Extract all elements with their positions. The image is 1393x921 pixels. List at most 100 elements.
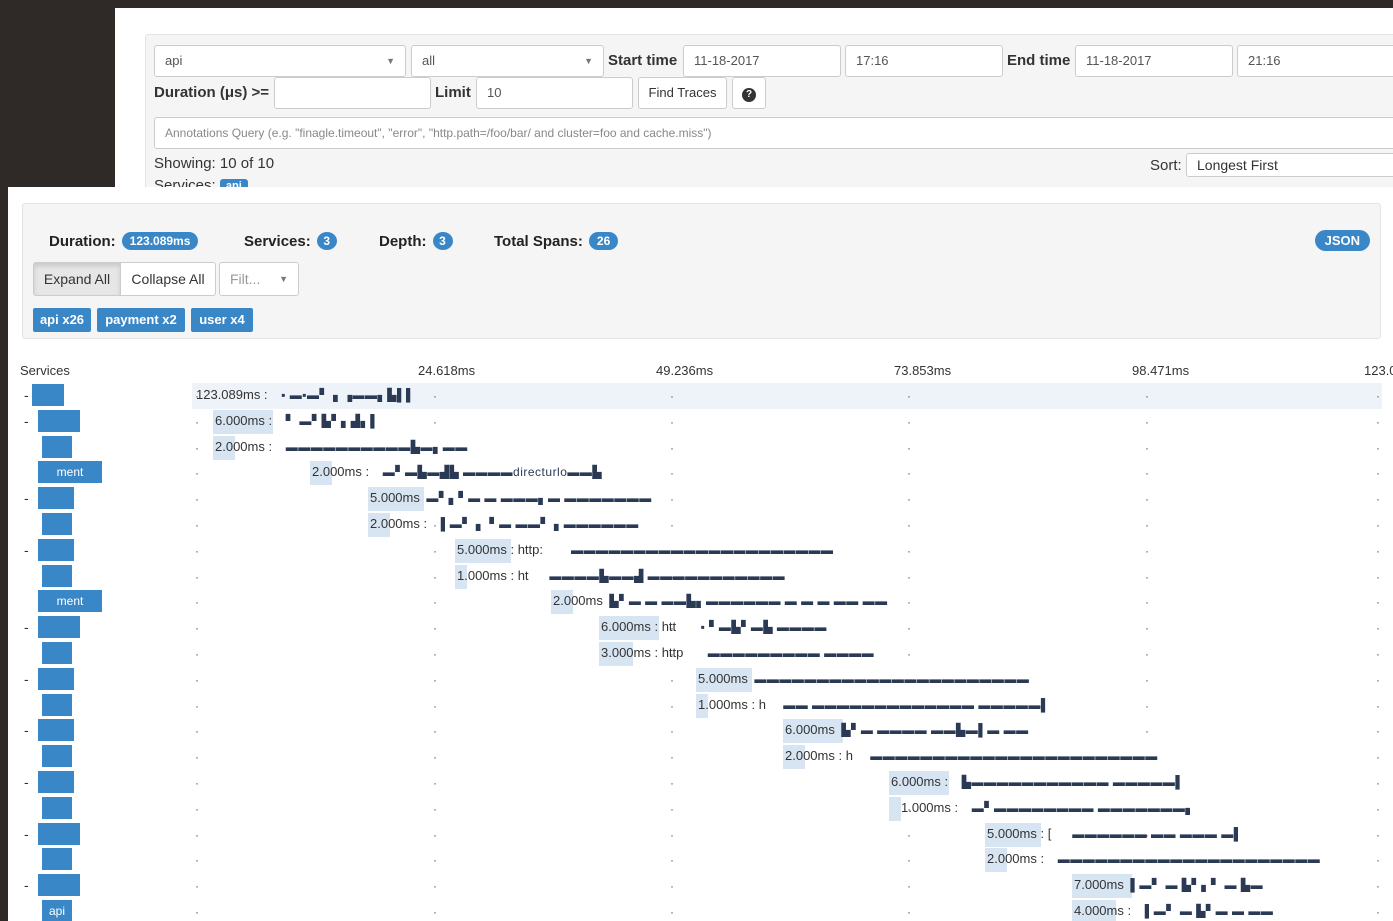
span-row[interactable]: - · · · · · · 6.000ms : ▘ ▬▘▙▘▖▟▖▌: [8, 409, 1393, 435]
span-row[interactable]: - · · · · · · 7.000ms ▌▬▘ ▬ ▙▘▖▘ ▬ ▙▬: [8, 873, 1393, 899]
duration-input[interactable]: [274, 77, 431, 109]
grid-dot: ·: [1145, 414, 1149, 429]
grid-dot: ·: [670, 466, 674, 481]
service-name-label: ment: [38, 590, 102, 613]
start-time-input[interactable]: 17:16: [845, 45, 1003, 77]
span-duration-text: 2.000ms: [553, 593, 603, 609]
grid-dot: ·: [195, 492, 199, 507]
span-description-obscured: ▬▬▬▬▬▬▬▬▬▬▬▬▬▬▬▬▬▬▬▬▬▬▬: [870, 749, 1158, 764]
duration-label: Duration (μs) >=: [154, 84, 270, 101]
span-row[interactable]: · · · · · · 2.000ms : h ▬▬▬▬▬▬▬▬▬▬▬▬▬▬▬▬▬▬▬▬▬▬▬: [8, 744, 1393, 770]
collapse-toggle[interactable]: -: [24, 542, 29, 558]
start-date-input[interactable]: 11-18-2017: [683, 45, 841, 77]
end-time-input[interactable]: 21:16: [1237, 45, 1393, 77]
grid-dot: ·: [670, 440, 674, 455]
trace-summary: Duration: 123.089ms Services: 3 Depth: 3 To…: [22, 203, 1381, 339]
service-select[interactable]: api ▼: [154, 45, 406, 77]
span-description-obscured: ▬▬▬▬▬▬▬▬▬▬▙▬▖▬▬: [285, 439, 468, 454]
span-row[interactable]: · · · · · · 2.000ms : ▬▬▬▬▬▬▬▬▬▬▙▬▖▬▬: [8, 435, 1393, 461]
find-traces-button[interactable]: Find Traces: [638, 77, 727, 109]
service-name-label: [42, 435, 72, 458]
span-row[interactable]: · · · · · · 3.000ms : http ▬▬▬▬▬▬▬▬▬ ▬▬▬▬: [8, 641, 1393, 667]
span-row[interactable]: - · · · · · · 123.089ms : ▪ ▬▪▬▘ ▖▗▬▬▖▙▌▌: [24, 383, 1382, 409]
expand-all-button[interactable]: Expand All: [33, 262, 121, 296]
collapse-toggle[interactable]: -: [24, 774, 29, 790]
span-row[interactable]: - · · · · · · 6.000ms : htt ▪ ▘▬▙▘▬▙ ▬▬▬▬: [8, 615, 1393, 641]
span-select[interactable]: all ▼: [411, 45, 604, 77]
grid-dot: ·: [1376, 414, 1380, 429]
span-duration-text: 2.000ms :: [312, 464, 370, 480]
json-button[interactable]: JSON: [1314, 230, 1370, 251]
span-row[interactable]: · · · · · · 1.000ms : ht ▬▬▬▬▙▬▬▟ ▬▬▬▬▬▬▬▬▬▬▬: [8, 564, 1393, 590]
span-row[interactable]: - · · · · · · 5.000ms ▬▬▬▬▬▬▬▬▬▬▬▬▬▬▬▬▬▬▬▬▬▬: [8, 667, 1393, 693]
depth-summary: Depth: 3: [379, 232, 453, 250]
service-name-label: [38, 719, 74, 742]
span-row[interactable]: ment · · · · · · 2.000ms ▙▘▬ ▬ ▬▬▙▖▬▬▬▬▬▬ ▬ ▬ ▬ …: [8, 589, 1393, 615]
span-description-obscured: ▪ ▘▬▙▘▬▙ ▬▬▬▬: [700, 620, 827, 635]
span-row[interactable]: - · · · · · · 5.000ms : http: ▬▬▬▬▬▬▬▬▬▬▬▬▬▬▬▬▬▬…: [8, 538, 1393, 564]
span-row[interactable]: · · · · · · 1.000ms : h ▬▬ ▬▬▬▬▬▬▬▬▬▬▬▬▬ ▬▬▬▬▬▌: [8, 693, 1393, 719]
grid-dot: ·: [907, 440, 911, 455]
grid-dot: ·: [1376, 827, 1380, 842]
span-row[interactable]: · · · · · · 2.000ms : ▬▬▬▬▬▬▬▬▬▬▬▬▬▬▬▬▬▬▬▬▬: [8, 847, 1393, 873]
span-duration-text: 5.000ms : [: [987, 825, 1052, 841]
trace-detail-panel: Duration: 123.089ms Services: 3 Depth: 3 To…: [8, 187, 1393, 921]
axis-tick: 49.236ms: [656, 363, 714, 378]
span-description-obscured: ▬▬▬▬▬▬▬▬▬▬▬▬▬▬▬▬▬▬▬▬▬: [1057, 852, 1321, 867]
grid-dot: ·: [907, 595, 911, 610]
span-row[interactable]: · · · · · · 2.000ms : ▌▬▘ ▖ ▘▬ ▬▬▘ ▖▬▬▬▬▬▬: [8, 512, 1393, 538]
chevron-down-icon: ▼: [279, 274, 288, 284]
services-column-header: Services: [20, 363, 70, 378]
grid-dot: ·: [195, 518, 199, 532]
grid-dot: ·: [195, 827, 199, 842]
grid-dot: ·: [195, 879, 199, 894]
service-filter-select[interactable]: Filt... ▼: [219, 262, 299, 296]
grid-dot: ·: [670, 905, 674, 919]
span-description-obscured: ▌▬▘ ▬ ▙▘▖▘ ▬ ▙▬: [1130, 878, 1264, 893]
total-spans-summary: Total Spans: 26: [494, 232, 619, 250]
grid-dot: ·: [907, 466, 911, 481]
span-row[interactable]: - · · · · · · 5.000ms : [▬▬▬▬▬▬ ▬▬ ▬▬▬ ▬▌: [8, 822, 1393, 848]
collapse-toggle[interactable]: -: [24, 387, 29, 403]
span-select-value: all: [422, 53, 436, 68]
collapse-all-button[interactable]: Collapse All: [120, 262, 216, 296]
grid-dot: ·: [195, 621, 199, 636]
collapse-toggle[interactable]: -: [24, 722, 29, 738]
duration-summary: Duration: 123.089ms: [49, 232, 199, 250]
service-button-api[interactable]: api x26: [33, 308, 91, 332]
collapse-toggle[interactable]: -: [24, 877, 29, 893]
collapse-toggle[interactable]: -: [24, 619, 29, 635]
service-button-payment[interactable]: payment x2: [97, 308, 185, 332]
collapse-toggle[interactable]: -: [24, 826, 29, 842]
span-duration-text: 7.000ms: [1074, 877, 1124, 893]
annotations-query-input[interactable]: Annotations Query (e.g. "finagle.timeout…: [154, 117, 1393, 149]
depth-badge: 3: [432, 232, 453, 250]
span-row[interactable]: - · · · · · · 5.000ms ▬▘▖▘▬ ▬ ▬▬▬▖▬ ▬▬▬▬▬▬▬: [8, 486, 1393, 512]
span-description-obscured: ▬▬ ▬▬▬▬▬▬▬▬▬▬▬▬▬ ▬▬▬▬▬▌: [783, 697, 1050, 712]
sort-select[interactable]: Longest First: [1186, 153, 1393, 177]
grid-dot: ·: [670, 724, 674, 739]
span-row[interactable]: ment · · · · · · 2.000ms : ▬▘▬▙▬▟▙ ▬▬▬▬directurl…: [8, 460, 1393, 486]
span-duration-bar[interactable]: [889, 796, 901, 821]
limit-input[interactable]: 10: [476, 77, 633, 109]
total-spans-summary-label: Total Spans:: [494, 233, 583, 250]
grid-dot: ·: [1376, 543, 1380, 558]
collapse-toggle[interactable]: -: [24, 671, 29, 687]
span-row[interactable]: - · · · · · · 6.000ms ▙▘▬ ▬▬▬▬ ▬▬▙▬▌▬ ▬▬: [8, 718, 1393, 744]
grid-dot: ·: [1376, 879, 1380, 894]
service-button-user[interactable]: user x4: [191, 308, 253, 332]
axis-tick: 73.853ms: [894, 363, 952, 378]
span-description-obscured: ▙▬▬▬▬▬▬▬▬▬▬▬ ▬▬▬▬▬▌: [961, 775, 1185, 789]
collapse-toggle[interactable]: -: [24, 490, 29, 506]
grid-dot: ·: [195, 569, 199, 584]
span-row[interactable]: -······6.000ms :▙▬▬▬▬▬▬▬▬▬▬▬ ▬▬▬▬▬▌: [8, 770, 1393, 796]
service-filter-placeholder: Filt...: [230, 271, 261, 287]
span-row[interactable]: api · · · · · · 4.000ms : ▌▬▘ ▬ ▙▘▬ ▬ ▬▬: [8, 899, 1393, 921]
end-date-input[interactable]: 11-18-2017: [1075, 45, 1233, 77]
help-button[interactable]: ?: [732, 77, 766, 109]
span-row[interactable]: · · · · · · 1.000ms : ▬▘▬▬▬▬▬▬▬▬ ▬▬▬▬▬▬▬▖: [8, 796, 1393, 822]
duration-summary-label: Duration:: [49, 233, 116, 250]
grid-dot: ·: [433, 595, 437, 610]
span-duration-text: 1.000ms : ht: [457, 567, 529, 583]
collapse-toggle[interactable]: -: [24, 413, 29, 429]
